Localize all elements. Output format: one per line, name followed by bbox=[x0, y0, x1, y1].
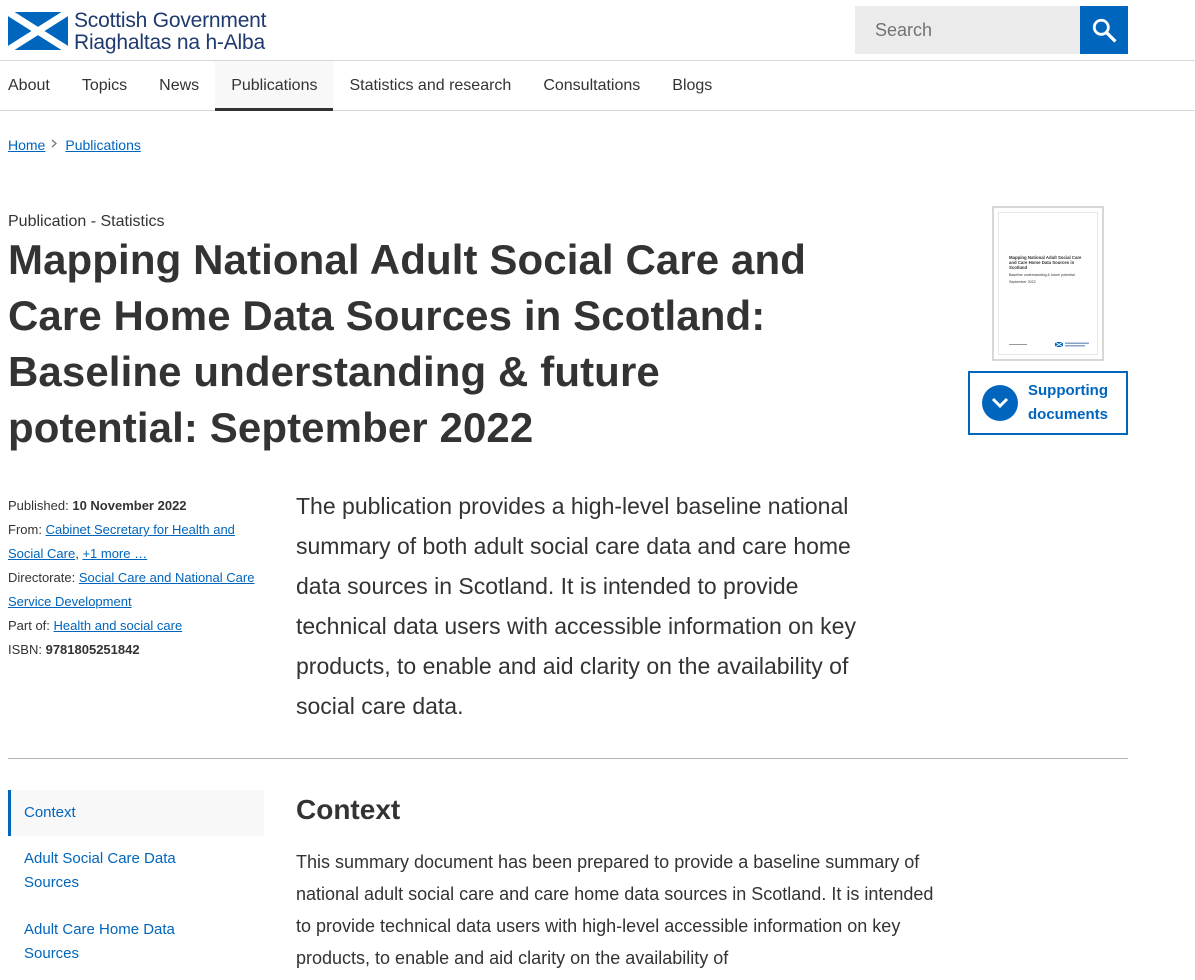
section-body: This summary document has been prepared … bbox=[296, 852, 934, 968]
nav-item-publications: Publications bbox=[215, 61, 334, 111]
meta-isbn-label: ISBN: bbox=[8, 642, 42, 657]
search-button[interactable] bbox=[1080, 6, 1128, 54]
site-search bbox=[855, 6, 1128, 54]
nav-item-blogs: Blogs bbox=[656, 61, 728, 111]
meta-directorate-label: Directorate: bbox=[8, 570, 76, 585]
supporting-documents-label: Supporting documents bbox=[1028, 382, 1109, 423]
contents-item-adult-social-care[interactable]: Adult Social Care Data Sources bbox=[8, 836, 208, 907]
cover-footer-rule bbox=[1009, 344, 1027, 345]
publication-type-label: Publication - Statistics bbox=[8, 213, 165, 230]
meta-from-label: From: bbox=[8, 522, 42, 537]
breadcrumb-home[interactable]: Home bbox=[8, 137, 45, 153]
supporting-documents-button[interactable]: Supporting documents bbox=[968, 371, 1128, 435]
publication-summary: The publication provides a high-level ba… bbox=[296, 493, 856, 719]
nav-item-statistics: Statistics and research bbox=[333, 61, 527, 111]
meta-isbn-value: 9781805251842 bbox=[45, 642, 140, 657]
nav-item-consultations: Consultations bbox=[527, 61, 656, 111]
cover-subtitle: Baseline understanding & future potentia… bbox=[1009, 273, 1075, 277]
breadcrumb: Home Publications bbox=[8, 137, 141, 153]
search-input[interactable] bbox=[855, 6, 1080, 54]
saltire-flag-icon bbox=[8, 12, 68, 50]
meta-part-of-label: Part of: bbox=[8, 618, 50, 633]
meta-published-label: Published: bbox=[8, 498, 69, 513]
chevron-right-icon bbox=[51, 139, 58, 151]
meta-directorate: Directorate: Social Care and National Ca… bbox=[8, 566, 264, 614]
nav-link-blogs[interactable]: Blogs bbox=[656, 61, 728, 111]
site-header: Scottish Government Riaghaltas na h-Alba bbox=[0, 0, 1195, 61]
contents-navigation: Context Adult Social Care Data Sources A… bbox=[8, 790, 264, 978]
chevron-down-circle-icon bbox=[982, 385, 1018, 421]
meta-part-of-link[interactable]: Health and social care bbox=[54, 618, 183, 633]
nav-link-topics[interactable]: Topics bbox=[66, 61, 143, 111]
cover-title: Mapping National Adult Social Care and C… bbox=[1009, 255, 1082, 270]
section-divider bbox=[8, 758, 1128, 759]
publication-metadata: Published: 10 November 2022 From: Cabine… bbox=[8, 494, 264, 662]
logo-line-gaelic: Riaghaltas na h-Alba bbox=[74, 30, 265, 54]
nav-item-about: About bbox=[0, 61, 66, 111]
meta-published: Published: 10 November 2022 bbox=[8, 494, 264, 518]
meta-published-value: 10 November 2022 bbox=[72, 498, 187, 513]
nav-link-publications[interactable]: Publications bbox=[215, 61, 333, 111]
nav-link-news[interactable]: News bbox=[143, 61, 215, 111]
nav-item-news: News bbox=[143, 61, 215, 111]
nav-item-topics: Topics bbox=[66, 61, 143, 111]
nav-link-statistics[interactable]: Statistics and research bbox=[333, 61, 527, 111]
nav-link-consultations[interactable]: Consultations bbox=[527, 61, 656, 111]
contents-item-adult-care-home[interactable]: Adult Care Home Data Sources bbox=[8, 907, 208, 978]
meta-part-of: Part of: Health and social care bbox=[8, 614, 264, 638]
meta-isbn: ISBN: 9781805251842 bbox=[8, 638, 264, 662]
meta-from: From: Cabinet Secretary for Health and S… bbox=[8, 522, 235, 561]
section-heading: Context bbox=[296, 794, 401, 825]
nav-link-about[interactable]: About bbox=[0, 61, 66, 111]
page-title: Mapping National Adult Social Care and C… bbox=[8, 236, 806, 451]
meta-from-more-link[interactable]: +1 more … bbox=[82, 546, 147, 561]
site-logo[interactable]: Scottish Government Riaghaltas na h-Alba bbox=[8, 8, 280, 54]
breadcrumb-publications[interactable]: Publications bbox=[65, 137, 141, 153]
main-navigation: About Topics News Publications Statistic… bbox=[0, 61, 1195, 111]
search-icon bbox=[1092, 18, 1117, 43]
contents-item-context[interactable]: Context bbox=[8, 790, 264, 836]
logo-line-english: Scottish Government bbox=[74, 8, 267, 32]
cover-logo-icon bbox=[1055, 342, 1089, 348]
cover-date: September 2022 bbox=[1009, 280, 1036, 284]
document-cover-thumbnail[interactable]: Mapping National Adult Social Care and C… bbox=[992, 206, 1104, 361]
